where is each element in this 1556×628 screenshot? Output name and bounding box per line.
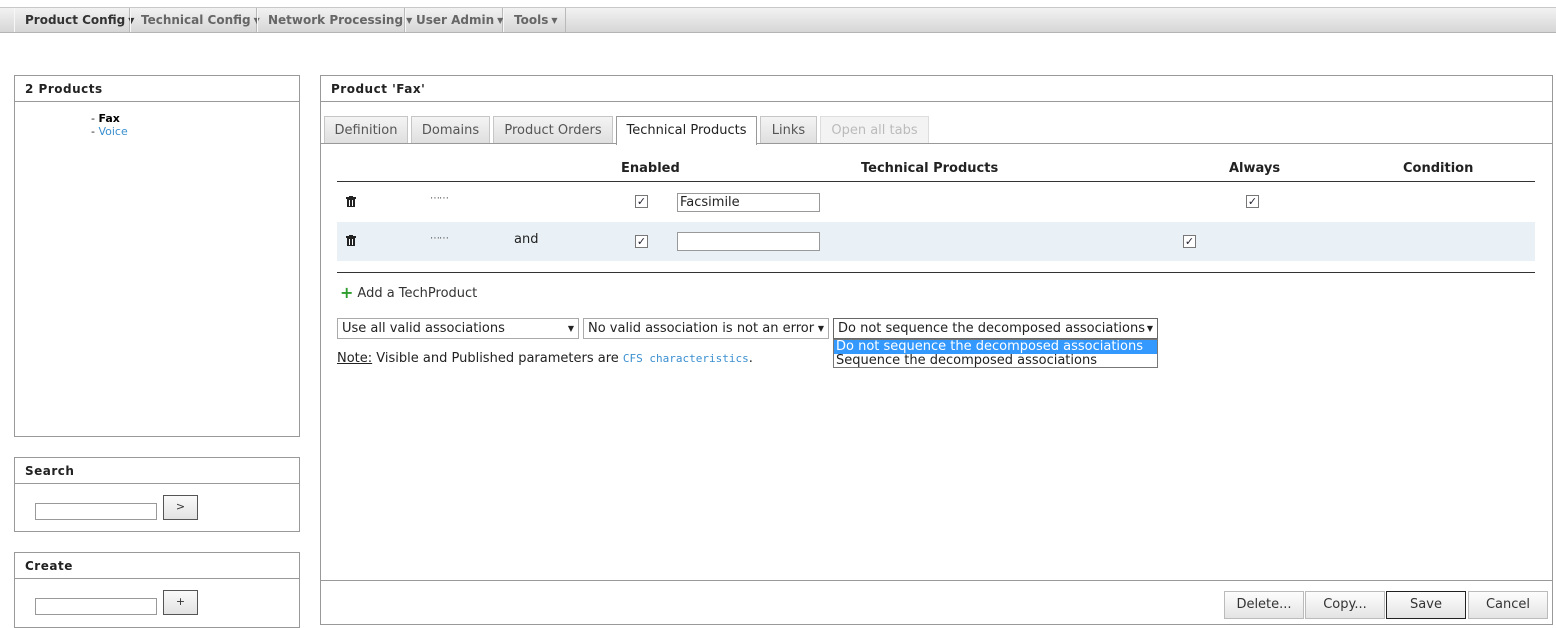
menu-network-processing[interactable]: Network Processing ▼ <box>257 8 412 32</box>
header-enabled: Enabled <box>621 161 680 176</box>
cancel-button[interactable]: Cancel <box>1468 591 1548 619</box>
main-menubar: Product Config ▼ Technical Config ▼ Networ… <box>0 7 1556 33</box>
add-label: Add a TechProduct <box>357 286 478 301</box>
search-panel-title: Search <box>15 458 299 484</box>
create-button[interactable]: + <box>163 590 198 615</box>
trash-icon[interactable] <box>346 235 356 247</box>
menu-tools[interactable]: Tools ▼ <box>503 8 566 32</box>
table-header-line <box>337 181 1535 182</box>
association-mode-select[interactable]: Use all valid associations ▼ <box>337 318 579 339</box>
tree-item-voice[interactable]: - Voice <box>91 125 128 138</box>
menu-label: Technical Config <box>141 13 251 27</box>
search-panel: Search > <box>14 457 300 532</box>
note-text: Note: Visible and Published parameters a… <box>337 351 753 366</box>
tab-open-all: Open all tabs <box>820 116 929 144</box>
sequence-mode-select[interactable]: Do not sequence the decomposed associati… <box>833 318 1158 339</box>
tree-item-fax[interactable]: - Fax <box>91 112 128 125</box>
tab-divider <box>321 143 1553 144</box>
table-footer-line <box>337 272 1535 273</box>
delete-button[interactable]: Delete... <box>1224 591 1304 619</box>
drag-handle-icon[interactable]: ⋯⋯ <box>430 194 449 204</box>
always-checkbox[interactable]: ✓ <box>1183 235 1196 248</box>
tab-product-orders[interactable]: Product Orders <box>493 116 613 144</box>
tab-definition[interactable]: Definition <box>324 116 408 144</box>
menu-label: Network Processing <box>268 13 404 27</box>
select-value: Use all valid associations <box>342 321 505 336</box>
tab-technical-products[interactable]: Technical Products <box>616 116 757 145</box>
copy-button[interactable]: Copy... <box>1305 591 1385 619</box>
sequence-dropdown-list: Do not sequence the decomposed associati… <box>833 339 1158 368</box>
trash-icon[interactable] <box>346 196 356 208</box>
products-panel: 2 Products - Fax - Voice <box>14 75 300 437</box>
menu-label: User Admin <box>416 13 495 27</box>
header-condition: Condition <box>1403 161 1474 176</box>
menu-product-config[interactable]: Product Config ▼ <box>14 8 134 32</box>
error-mode-select[interactable]: No valid association is not an error ▼ <box>583 318 829 339</box>
add-techproduct-link[interactable]: + Add a TechProduct <box>340 283 477 302</box>
note-label: Note: <box>337 351 373 366</box>
always-checkbox[interactable]: ✓ <box>1246 195 1259 208</box>
create-panel-title: Create <box>15 553 299 579</box>
tab-links[interactable]: Links <box>760 116 817 144</box>
dropdown-arrow-icon: ▼ <box>1146 324 1153 333</box>
dropdown-option[interactable]: Sequence the decomposed associations <box>834 354 1157 368</box>
dropdown-option[interactable]: Do not sequence the decomposed associati… <box>834 340 1157 354</box>
note-body: Visible and Published parameters are <box>372 351 623 366</box>
tree-item-label: Voice <box>98 125 128 138</box>
product-tree: - Fax - Voice <box>91 112 128 138</box>
header-always: Always <box>1229 161 1281 176</box>
product-panel-title: Product 'Fax' <box>321 76 1552 102</box>
drag-handle-icon[interactable]: ⋯⋯ <box>430 234 449 244</box>
row-prefix: and <box>514 232 539 247</box>
header-technical-products: Technical Products <box>861 161 999 176</box>
search-button[interactable]: > <box>163 495 198 520</box>
search-input[interactable] <box>35 503 157 520</box>
footer-divider <box>321 580 1553 581</box>
select-value: Do not sequence the decomposed associati… <box>838 321 1146 336</box>
tab-domains[interactable]: Domains <box>411 116 490 144</box>
cfs-characteristics-link[interactable]: CFS characteristics <box>623 352 749 365</box>
tree-item-label: Fax <box>98 112 120 125</box>
note-end: . <box>748 351 753 366</box>
enabled-checkbox[interactable]: ✓ <box>635 235 648 248</box>
dropdown-arrow-icon: ▼ <box>817 324 824 333</box>
caret-down-icon: ▼ <box>551 16 558 25</box>
technical-product-input[interactable]: Facsimile <box>677 193 820 212</box>
plus-icon: + <box>340 283 354 302</box>
create-panel: Create + <box>14 552 300 628</box>
menu-technical-config[interactable]: Technical Config ▼ <box>130 8 260 32</box>
save-button[interactable]: Save <box>1386 591 1466 619</box>
technical-product-input[interactable] <box>677 232 820 251</box>
products-panel-title: 2 Products <box>15 76 299 102</box>
enabled-checkbox[interactable]: ✓ <box>635 195 648 208</box>
menu-label: Tools <box>514 13 549 27</box>
menu-user-admin[interactable]: User Admin ▼ <box>405 8 503 32</box>
select-value: No valid association is not an error <box>588 321 815 336</box>
dropdown-arrow-icon: ▼ <box>567 324 574 333</box>
menu-label: Product Config <box>25 13 126 27</box>
create-input[interactable] <box>35 598 157 615</box>
